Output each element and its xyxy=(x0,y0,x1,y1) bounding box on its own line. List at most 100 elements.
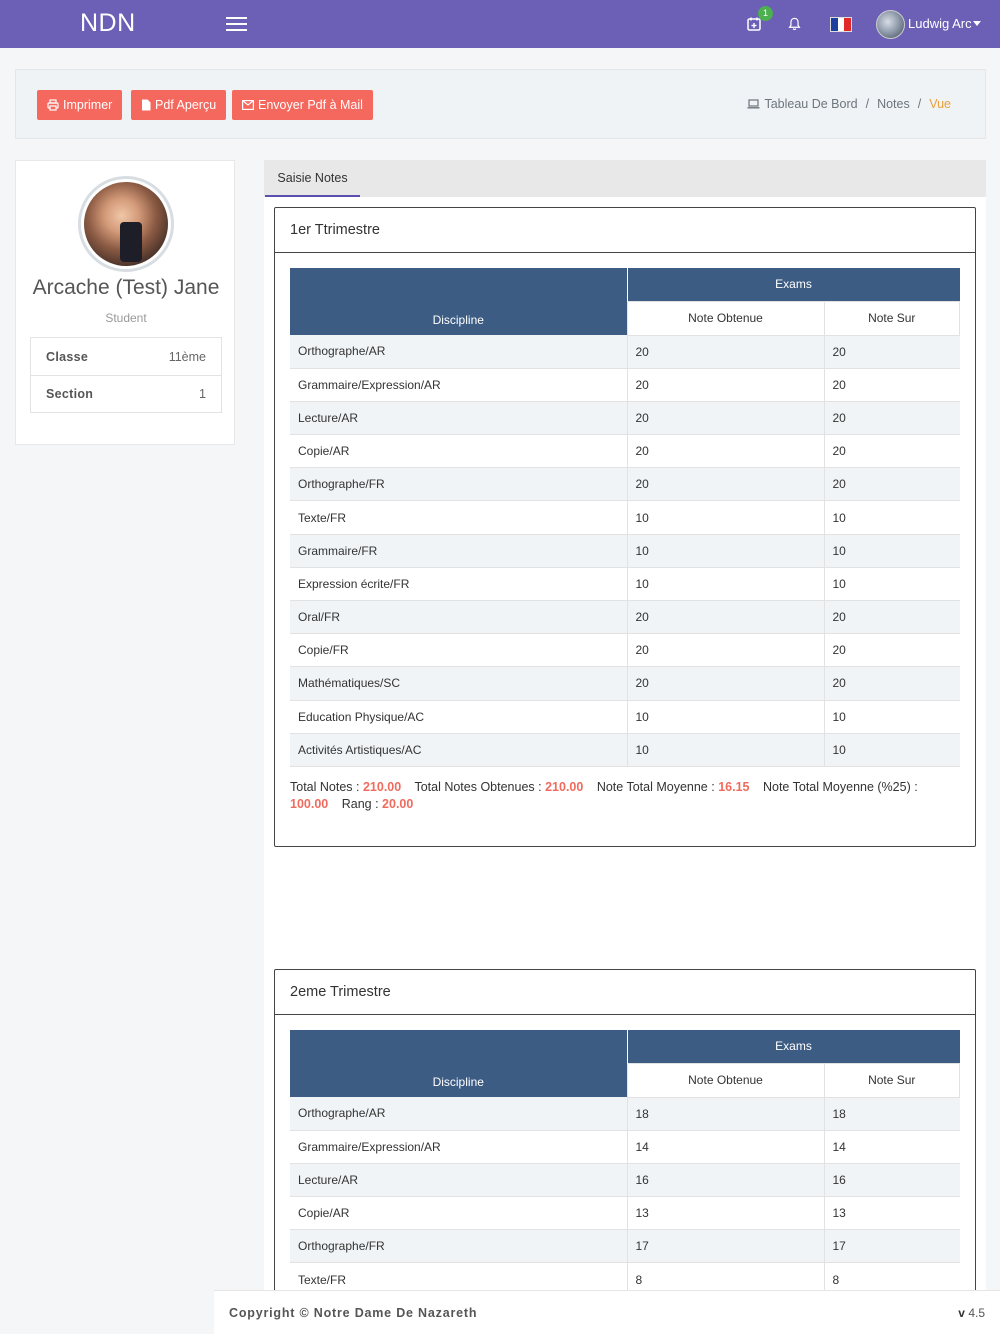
term-1-summary: Total Notes : 210.00 Total Notes Obtenue… xyxy=(290,779,960,813)
cell-note-obtenue: 20 xyxy=(626,467,824,502)
cell-note-sur: 10 xyxy=(823,733,960,767)
table-row: Grammaire/Expression/AR 14 14 xyxy=(290,1130,960,1164)
cell-note-sur: 20 xyxy=(823,335,960,369)
breadcrumb-notes[interactable]: Notes xyxy=(877,97,910,111)
cell-note-sur: 14 xyxy=(823,1130,960,1164)
cell-discipline: Activités Artistiques/AC xyxy=(290,733,627,767)
brand-logo[interactable]: NDN xyxy=(80,9,136,38)
table-row: Expression écrite/FR 10 10 xyxy=(290,567,960,602)
cell-note-sur: 16 xyxy=(823,1163,960,1198)
table-row: Education Physique/AC 10 10 xyxy=(290,700,960,734)
send-pdf-mail-button[interactable]: Envoyer Pdf à Mail xyxy=(232,90,373,120)
breadcrumb-home[interactable]: Tableau De Bord xyxy=(764,97,857,111)
user-avatar[interactable] xyxy=(876,10,905,39)
table-row: Orthographe/AR 18 18 xyxy=(290,1097,960,1131)
moyenne-pct-value: 100.00 xyxy=(290,797,329,811)
table-row: Oral/FR 20 20 xyxy=(290,600,960,635)
term-1-card: 1er Ttrimestre Discipline Exams Note Obt… xyxy=(274,207,976,847)
cell-discipline: Orthographe/FR xyxy=(290,1229,627,1264)
cell-note-sur: 20 xyxy=(823,368,960,402)
cell-discipline: Lecture/AR xyxy=(290,401,627,436)
cell-discipline: Copie/AR xyxy=(290,434,627,469)
student-role: Student xyxy=(105,311,147,325)
pdf-preview-button[interactable]: Pdf Aperçu xyxy=(131,90,227,120)
moyenne-label: Note Total Moyenne : xyxy=(596,780,715,794)
page-footer: Copyright © Notre Dame De Nazareth v 4.5 xyxy=(214,1290,1000,1334)
cell-note-sur: 18 xyxy=(823,1097,960,1131)
term-1-title: 1er Ttrimestre xyxy=(275,208,975,253)
print-button-label: Imprimer xyxy=(63,98,113,112)
calendar-badge: 1 xyxy=(758,6,773,21)
print-icon xyxy=(47,99,59,111)
rang-value: 20.00 xyxy=(382,797,414,811)
table-row: Activités Artistiques/AC 10 10 xyxy=(290,733,960,767)
user-name[interactable]: Ludwig Arc xyxy=(908,16,972,31)
table-row: Orthographe/AR 20 20 xyxy=(290,335,960,369)
bell-icon[interactable] xyxy=(787,16,802,32)
breadcrumb-current: Vue xyxy=(929,97,951,111)
header-exams: Exams xyxy=(626,1030,960,1063)
flag-white-stripe xyxy=(837,18,845,31)
cell-discipline: Grammaire/Expression/AR xyxy=(290,1130,627,1164)
header-note-sur: Note Sur xyxy=(823,300,960,336)
total-notes-label: Total Notes : xyxy=(290,780,360,794)
cell-discipline: Orthographe/AR xyxy=(290,335,627,369)
cell-note-obtenue: 10 xyxy=(626,567,824,602)
top-navbar: NDN 1 Ludwig Arc xyxy=(0,0,1000,48)
cell-discipline: Education Physique/AC xyxy=(290,700,627,734)
cell-discipline: Copie/FR xyxy=(290,633,627,668)
cell-discipline: Oral/FR xyxy=(290,600,627,635)
info-row-classe: Classe 11ème xyxy=(31,338,221,375)
chevron-down-icon[interactable] xyxy=(973,21,981,26)
language-flag-icon[interactable] xyxy=(830,17,852,32)
cell-note-obtenue: 20 xyxy=(626,666,824,701)
info-value: 11ème xyxy=(168,349,206,364)
table-row: Grammaire/Expression/AR 20 20 xyxy=(290,368,960,402)
cell-discipline: Texte/FR xyxy=(290,500,627,535)
info-label: Classe xyxy=(46,349,89,364)
total-notes-value: 210.00 xyxy=(362,780,402,794)
cell-note-sur: 13 xyxy=(823,1196,960,1231)
tab-saisie-notes[interactable]: Saisie Notes xyxy=(265,160,360,197)
table-row: Grammaire/FR 10 10 xyxy=(290,534,960,568)
cell-note-obtenue: 18 xyxy=(626,1097,824,1131)
cell-discipline: Orthographe/FR xyxy=(290,467,627,502)
breadcrumb-separator: / xyxy=(917,97,922,111)
footer-version-prefix: v xyxy=(958,1306,965,1320)
cell-note-obtenue: 20 xyxy=(626,335,824,369)
cell-discipline: Grammaire/FR xyxy=(290,534,627,568)
cell-note-sur: 20 xyxy=(823,633,960,668)
info-row-section: Section 1 xyxy=(31,375,221,412)
table-row: Lecture/AR 20 20 xyxy=(290,401,960,436)
cell-note-obtenue: 10 xyxy=(626,700,824,734)
cell-discipline: Expression écrite/FR xyxy=(290,567,627,602)
menu-toggle-icon[interactable] xyxy=(226,17,247,32)
cell-note-sur: 10 xyxy=(823,567,960,602)
cell-note-obtenue: 20 xyxy=(626,633,824,668)
term-2-title: 2eme Trimestre xyxy=(275,970,975,1015)
footer-version-number: 4.5 xyxy=(968,1306,985,1320)
table-row: Lecture/AR 16 16 xyxy=(290,1163,960,1198)
header-discipline: Discipline xyxy=(290,268,627,335)
total-obtenues-label: Total Notes Obtenues : xyxy=(414,780,542,794)
info-value: 1 xyxy=(199,387,206,401)
cell-note-obtenue: 10 xyxy=(626,534,824,568)
print-button[interactable]: Imprimer xyxy=(37,90,123,120)
rang-label: Rang : xyxy=(341,797,379,811)
laptop-icon xyxy=(747,99,760,109)
cell-note-sur: 10 xyxy=(823,700,960,734)
term-2-table: Discipline Exams Note Obtenue Note Sur O… xyxy=(290,1030,960,1297)
table-row: Orthographe/FR 17 17 xyxy=(290,1229,960,1264)
grades-panel: Saisie Notes 1er Ttrimestre Discipline E… xyxy=(264,160,986,1334)
breadcrumb: Tableau De Bord / Notes / Vue xyxy=(747,97,951,111)
flag-red-stripe xyxy=(844,18,852,31)
cell-note-sur: 20 xyxy=(823,434,960,469)
action-toolbar: Imprimer Pdf Aperçu Envoyer Pdf à Mail T… xyxy=(15,69,986,139)
term-1-rows: Orthographe/AR 20 20 Grammaire/Expression/A… xyxy=(290,335,960,767)
cell-discipline: Orthographe/AR xyxy=(290,1097,627,1131)
header-discipline: Discipline xyxy=(290,1030,627,1097)
cell-note-sur: 20 xyxy=(823,401,960,436)
cell-note-obtenue: 20 xyxy=(626,401,824,436)
file-pdf-icon xyxy=(142,99,151,111)
cell-note-obtenue: 14 xyxy=(626,1130,824,1164)
